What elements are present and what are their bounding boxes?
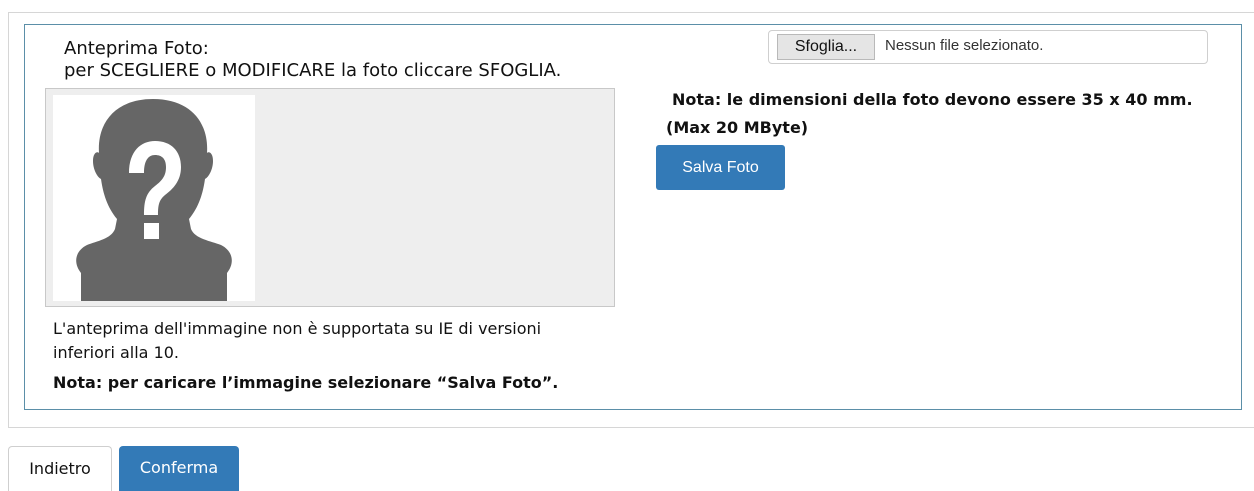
confirm-button[interactable]: Conferma [119,446,239,491]
photo-preview-area [45,88,615,307]
dimensions-note: Nota: le dimensioni della foto devono es… [672,90,1193,109]
save-photo-button[interactable]: Salva Foto [656,145,785,190]
ie-note-line2: inferiori alla 10. [53,343,180,362]
preview-title: Anteprima Foto: per SCEGLIERE o MODIFICA… [64,38,561,82]
back-button[interactable]: Indietro [8,446,112,491]
preview-title-line1: Anteprima Foto: [64,38,209,59]
file-status-text: Nessun file selezionato. [885,37,1044,54]
preview-instructions: per SCEGLIERE o MODIFICARE la foto clicc… [64,60,562,81]
person-silhouette-question-icon [53,95,255,301]
upload-instructions-note: Nota: per caricare l’immagine selezionar… [53,373,559,392]
max-size-note: (Max 20 MByte) [666,118,809,137]
browse-button[interactable]: Sfoglia... [777,34,875,60]
photo-file-input[interactable]: Sfoglia... Nessun file selezionato. [768,30,1208,64]
ie-compatibility-note: L'anteprima dell'immagine non è supporta… [53,317,541,365]
ie-note-line1: L'anteprima dell'immagine non è supporta… [53,319,542,338]
